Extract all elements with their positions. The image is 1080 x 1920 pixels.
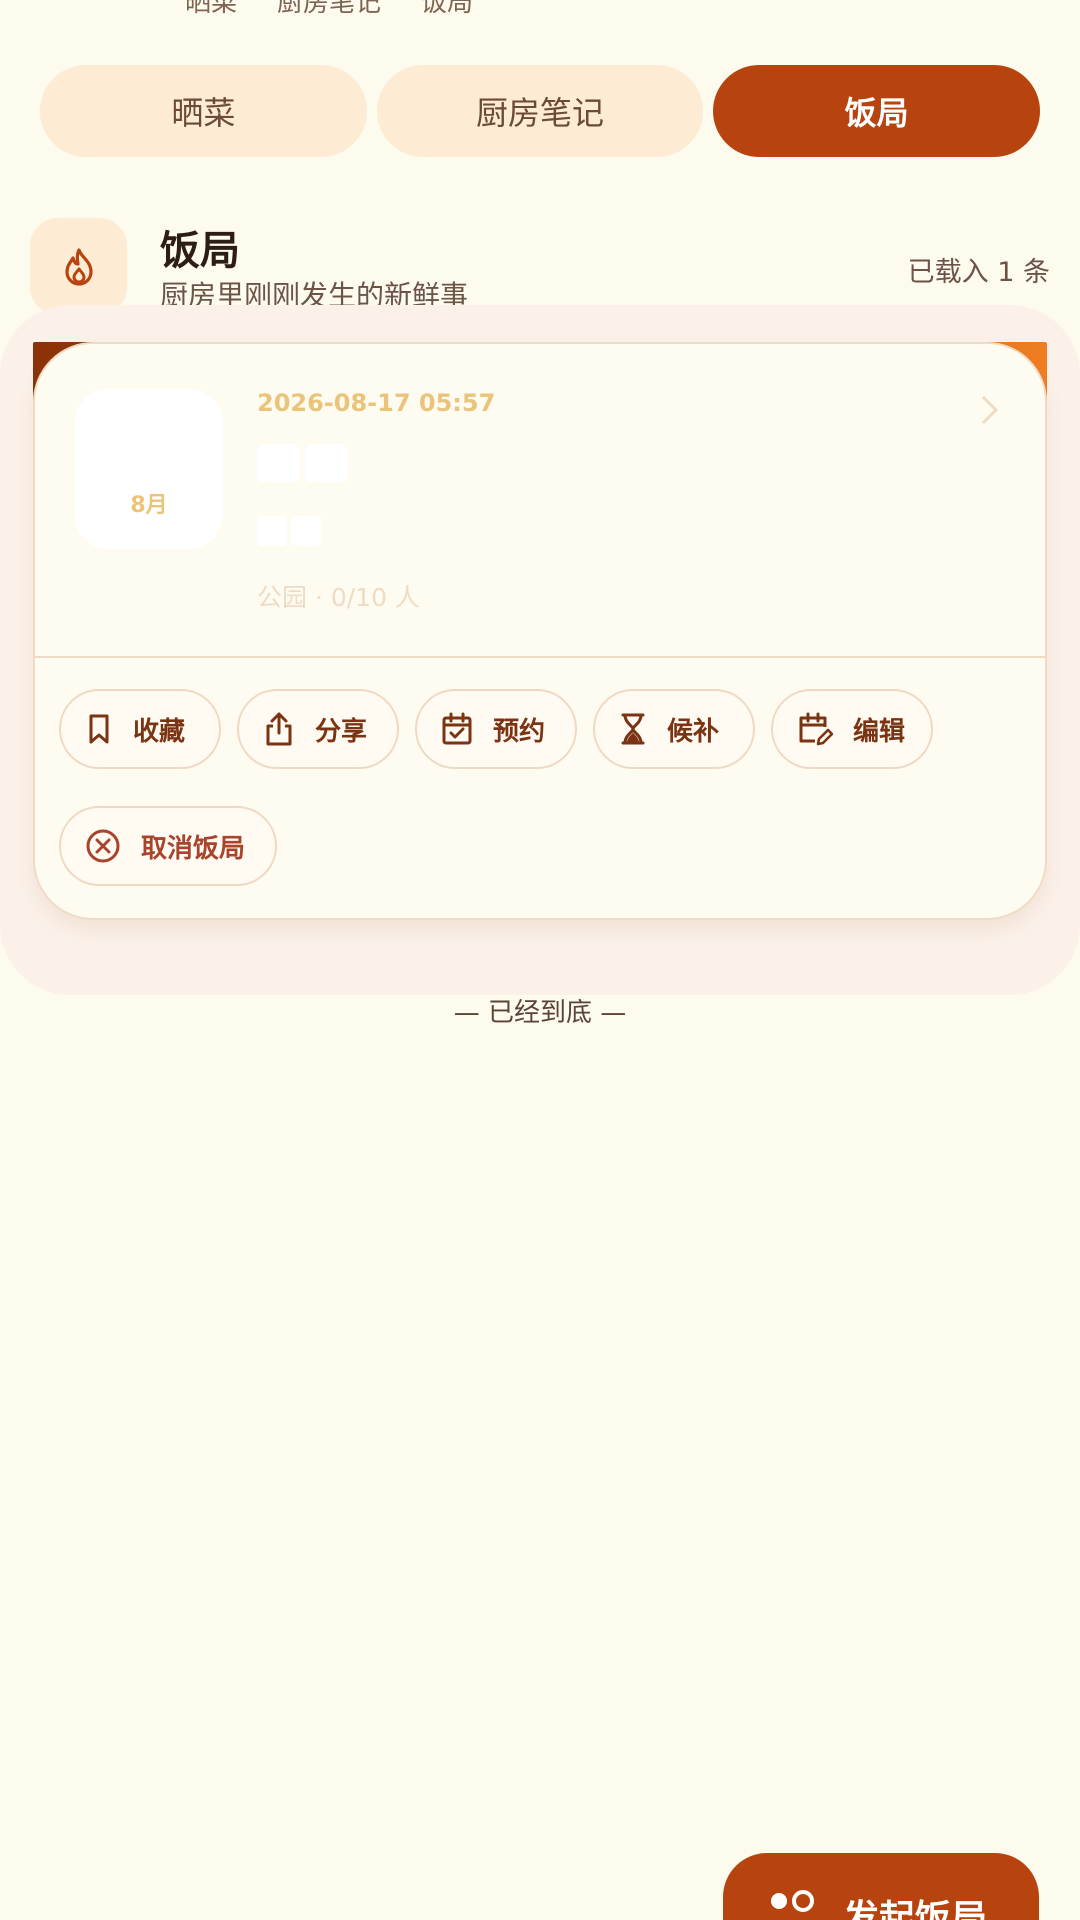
section-title: 饭局: [160, 228, 240, 274]
list-end-text: — 已经到底 —: [453, 998, 627, 1028]
date-month: 8月: [130, 493, 168, 518]
share-button[interactable]: 分享: [237, 689, 399, 769]
section-header: 饭局 厨房里刚刚发生的新鲜事 已载入 1 条: [30, 218, 1050, 318]
create-meetup-fab[interactable]: 发起饭局: [723, 1853, 1039, 1920]
event-title-placeholder: [257, 444, 347, 482]
close-circle-icon: [86, 829, 120, 863]
top-tab-cut-3[interactable]: 饭局: [421, 0, 473, 18]
top-tab-cut-1[interactable]: 晒菜: [185, 0, 237, 18]
reserve-button[interactable]: 预约: [415, 689, 577, 769]
cancel-meetup-button[interactable]: 取消饭局: [59, 806, 277, 886]
share-icon: [266, 712, 292, 746]
flame-icon: [30, 218, 127, 315]
calendar-check-icon: [442, 712, 472, 745]
bookmark-icon: [89, 714, 109, 744]
edit-button[interactable]: 编辑: [771, 689, 933, 769]
event-meta: 公园 · 0/10 人: [257, 583, 420, 612]
loaded-count: 已载入 1 条: [907, 257, 1050, 288]
top-tab-strip-cut: 晒菜 厨房笔记 饭局: [0, 0, 1080, 18]
waitlist-button[interactable]: 候补: [593, 689, 755, 769]
tab-show-dishes[interactable]: 晒菜: [40, 65, 367, 157]
favorite-label: 收藏: [133, 716, 186, 747]
waitlist-label: 候补: [667, 716, 720, 747]
create-meetup-label: 发起饭局: [843, 1898, 988, 1920]
people-icon: [771, 1890, 814, 1912]
calendar-edit-icon: [799, 712, 833, 746]
event-card[interactable]: 8月 2026-08-17 05:57 公园 · 0/10 人 收藏 分享 预约…: [33, 342, 1047, 920]
chevron-right-icon[interactable]: [980, 394, 1000, 430]
event-subtitle-placeholder: [257, 516, 321, 546]
screen: 晒菜 厨房笔记 饭局 晒菜 厨房笔记 饭局 饭局 厨房里刚刚发生的新鲜事 已载入…: [0, 0, 1080, 1920]
category-tabs: 晒菜 厨房笔记 饭局: [40, 65, 1041, 157]
event-datetime: 2026-08-17 05:57: [257, 389, 496, 417]
hourglass-icon: [621, 713, 645, 745]
date-badge: 8月: [75, 389, 223, 549]
tab-kitchen-notes[interactable]: 厨房笔记: [376, 65, 704, 157]
edit-label: 编辑: [853, 716, 906, 747]
favorite-button[interactable]: 收藏: [59, 689, 221, 769]
reserve-label: 预约: [493, 716, 546, 747]
tab-meetups[interactable]: 饭局: [713, 65, 1041, 157]
cancel-meetup-label: 取消饭局: [141, 833, 246, 864]
card-divider: [35, 656, 1045, 658]
share-label: 分享: [315, 716, 368, 747]
top-tab-cut-2[interactable]: 厨房笔记: [277, 0, 381, 18]
